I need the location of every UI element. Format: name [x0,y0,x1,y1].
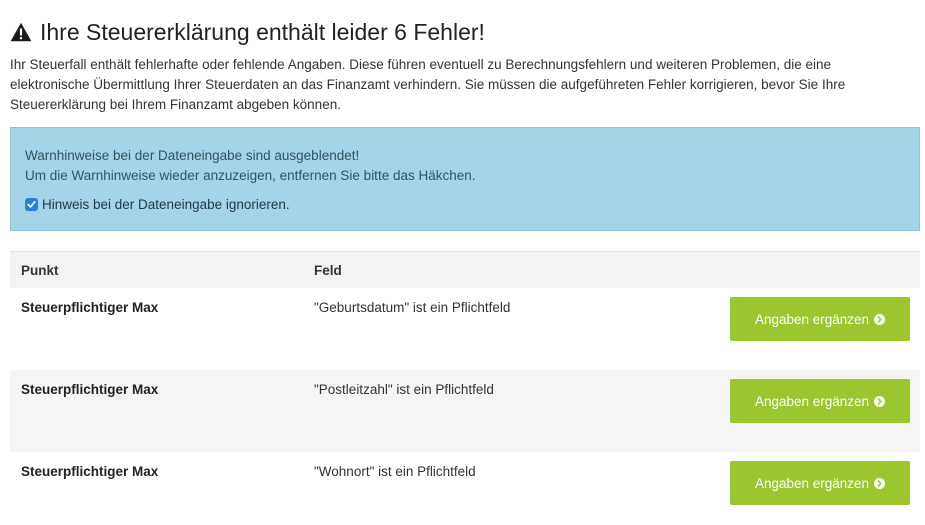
page-title: Ihre Steuererklärung enthält leider 6 Fe… [10,0,921,49]
row-punkt: Steuerpflichtiger Max [21,300,159,315]
row-action: Angaben ergänzen [730,379,920,452]
table-row: Steuerpflichtiger Max "Wohnort" ist ein … [10,452,920,525]
complete-data-button[interactable]: Angaben ergänzen [730,461,910,505]
complete-data-button-label: Angaben ergänzen [754,475,870,491]
complete-data-button[interactable]: Angaben ergänzen [730,379,910,423]
alert-line-1: Warnhinweise bei der Dateneingabe sind a… [25,148,360,163]
table-header: Punkt Feld [10,252,920,288]
complete-data-button-label: Angaben ergänzen [754,311,870,327]
chevron-right-circle-icon [874,477,886,489]
row-feld: "Postleitzahl" ist ein Pflichtfeld [314,382,494,397]
row-action: Angaben ergänzen [730,297,920,370]
row-feld: "Wohnort" ist ein Pflichtfeld [314,464,476,479]
ignore-hint-label[interactable]: Hinweis bei der Dateneingabe ignorieren. [42,197,290,212]
alert-line-2: Um die Warnhinweise wieder anzuzeigen, e… [25,168,476,183]
row-action: Angaben ergänzen [730,461,920,525]
ignore-hint-checkbox[interactable] [25,198,38,211]
checkmark-icon [27,201,36,208]
warning-icon [10,22,32,42]
row-punkt: Steuerpflichtiger Max [21,464,159,479]
chevron-right-circle-icon [874,395,886,407]
intro-text: Ihr Steuerfall enthält fehlerhafte oder … [10,57,846,112]
page-title-text: Ihre Steuererklärung enthält leider 6 Fe… [40,18,485,45]
error-table: Punkt Feld Steuerpflichtiger Max "Geburt… [10,251,920,525]
complete-data-button-label: Angaben ergänzen [754,393,870,409]
error-page: Ihre Steuererklärung enthält leider 6 Fe… [0,0,925,525]
column-header-feld: Feld [314,262,342,278]
row-feld: "Geburtsdatum" ist ein Pflichtfeld [314,300,511,315]
table-row: Steuerpflichtiger Max "Geburtsdatum" ist… [10,288,920,370]
column-header-punkt: Punkt [21,262,59,278]
table-row: Steuerpflichtiger Max "Postleitzahl" ist… [10,370,920,452]
ignore-hint-option[interactable]: Hinweis bei der Dateneingabe ignorieren. [25,197,905,212]
row-punkt: Steuerpflichtiger Max [21,382,159,397]
chevron-right-circle-icon [874,313,886,325]
complete-data-button[interactable]: Angaben ergänzen [730,297,910,341]
info-alert: Warnhinweise bei der Dateneingabe sind a… [10,127,920,231]
